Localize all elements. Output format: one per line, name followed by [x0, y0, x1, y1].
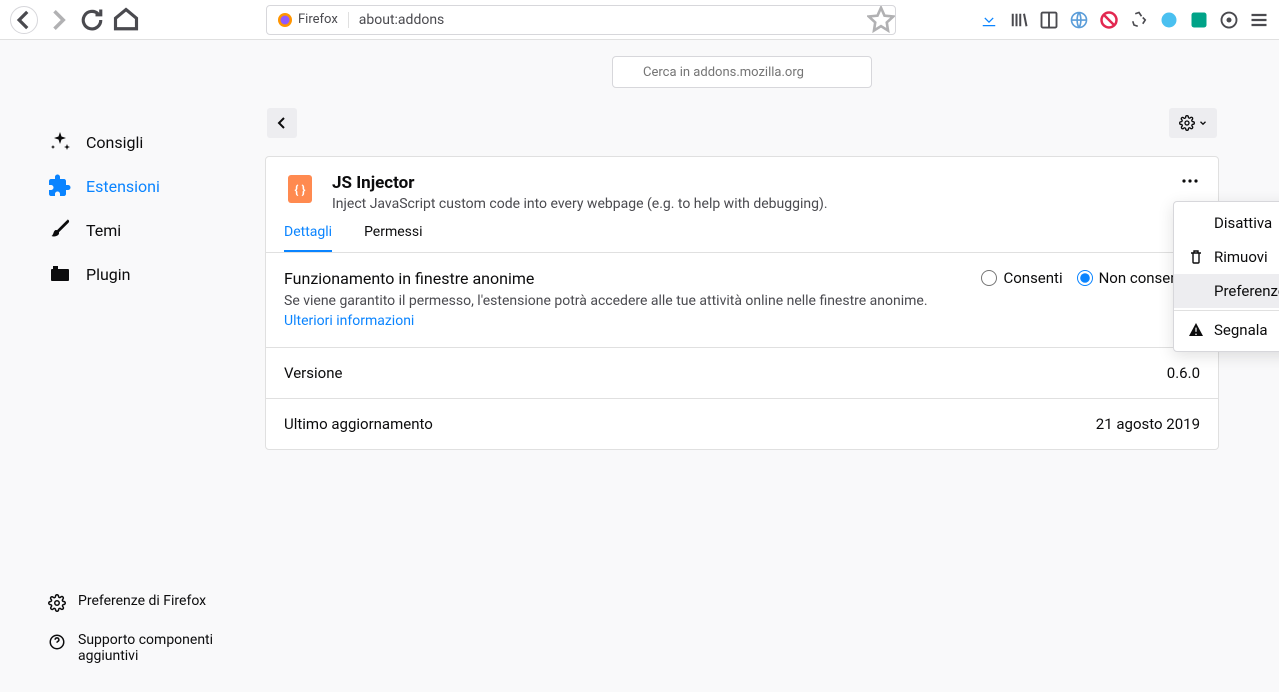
more-dots-icon [1180, 171, 1200, 191]
version-row: Versione 0.6.0 [266, 348, 1218, 399]
svg-text:{ }: { } [295, 183, 306, 197]
sidebar: Consigli Estensioni Temi Plugin Preferen… [0, 40, 265, 690]
firefox-icon [277, 12, 293, 28]
addon-search-input[interactable] [612, 56, 872, 88]
sidebar-item-extensions[interactable]: Estensioni [40, 164, 235, 208]
brush-icon [48, 218, 72, 242]
dropdown-remove[interactable]: Rimuovi [1174, 240, 1279, 274]
forward-nav-button[interactable] [44, 6, 72, 34]
extension-description: Inject JavaScript custom code into every… [332, 196, 828, 212]
extension-dropdown-menu: Disattiva Rimuovi Preferenze Segnala [1173, 201, 1279, 352]
sidebar-label: Temi [86, 221, 121, 240]
extension-name: JS Injector [332, 173, 828, 193]
trash-icon [1188, 249, 1204, 265]
library-icon[interactable] [1009, 10, 1029, 30]
recycle-icon[interactable] [1129, 10, 1149, 30]
dropdown-report[interactable]: Segnala [1174, 313, 1279, 347]
radio-allow[interactable]: Consenti [981, 269, 1062, 287]
updated-label: Ultimo aggiornamento [284, 415, 433, 433]
warning-icon [1188, 322, 1204, 338]
updated-row: Ultimo aggiornamento 21 agosto 2019 [266, 399, 1218, 449]
prefs-label: Preferenze di Firefox [78, 593, 206, 609]
menu-icon[interactable] [1249, 10, 1269, 30]
sidebar-item-recommendations[interactable]: Consigli [40, 120, 235, 164]
help-icon [48, 633, 66, 651]
sidebar-item-plugins[interactable]: Plugin [40, 252, 235, 296]
gear-icon [48, 594, 66, 612]
support-link[interactable]: Supporto componenti aggiuntivi [40, 626, 235, 670]
ext-icon-2[interactable] [1189, 10, 1209, 30]
sidebar-label: Estensioni [86, 177, 160, 196]
firefox-prefs-link[interactable]: Preferenze di Firefox [40, 587, 235, 618]
detail-back-button[interactable] [267, 108, 297, 138]
identity-box: Firefox [267, 12, 349, 28]
downloads-icon[interactable] [979, 10, 999, 30]
identity-label: Firefox [298, 12, 338, 27]
private-browsing-section: Funzionamento in finestre anonime Se vie… [266, 253, 1218, 348]
sparkle-icon [48, 130, 72, 154]
private-description: Se viene garantito il permesso, l'estens… [284, 292, 961, 331]
ext-icon-3[interactable] [1219, 10, 1239, 30]
puzzle-icon [48, 174, 72, 198]
sidebar-item-themes[interactable]: Temi [40, 208, 235, 252]
version-value: 0.6.0 [1167, 364, 1200, 382]
dropdown-disable[interactable]: Disattiva [1174, 206, 1279, 240]
tools-gear-button[interactable] [1169, 108, 1217, 138]
url-bar[interactable]: Firefox about:addons [266, 5, 896, 35]
updated-value: 21 agosto 2019 [1096, 415, 1200, 433]
bookmark-star-icon[interactable] [867, 6, 895, 34]
private-more-link[interactable]: Ulteriori informazioni [284, 313, 414, 329]
extension-more-button[interactable] [1180, 171, 1200, 191]
back-nav-button[interactable] [10, 6, 38, 34]
home-button[interactable] [112, 6, 140, 34]
ext-icon-1[interactable] [1159, 10, 1179, 30]
reader-icon[interactable] [1039, 10, 1059, 30]
gear-icon [1179, 115, 1195, 131]
main-content: { } JS Injector Inject JavaScript custom… [265, 40, 1279, 690]
globe-icon[interactable] [1069, 10, 1089, 30]
dropdown-preferences[interactable]: Preferenze [1174, 274, 1279, 308]
extension-tabbar: Dettagli Permessi [266, 224, 1218, 253]
browser-toolbar: Firefox about:addons [0, 0, 1279, 40]
extension-card: { } JS Injector Inject JavaScript custom… [265, 156, 1219, 450]
dropdown-separator [1174, 310, 1279, 311]
chevron-down-icon [1198, 118, 1208, 128]
sidebar-label: Consigli [86, 133, 143, 152]
tab-details[interactable]: Dettagli [284, 224, 332, 252]
private-title: Funzionamento in finestre anonime [284, 269, 961, 288]
url-text: about:addons [349, 12, 867, 28]
reload-button[interactable] [78, 6, 106, 34]
support-label: Supporto componenti aggiuntivi [78, 632, 227, 664]
plugin-icon [48, 262, 72, 286]
noscript-icon[interactable] [1099, 10, 1119, 30]
sidebar-label: Plugin [86, 265, 131, 284]
version-label: Versione [284, 364, 342, 382]
tab-permissions[interactable]: Permessi [364, 224, 422, 252]
extension-logo-icon: { } [284, 173, 316, 205]
